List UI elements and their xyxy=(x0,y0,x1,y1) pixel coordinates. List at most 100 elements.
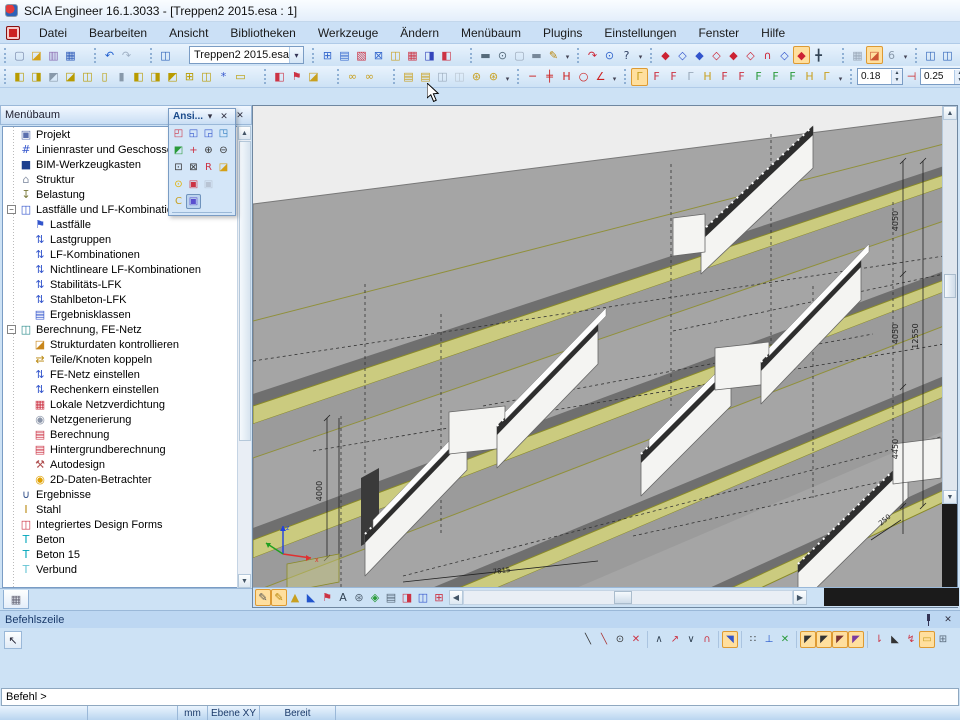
tree-expander-icon[interactable]: − xyxy=(7,325,16,334)
table-edit-icon[interactable]: ◨ xyxy=(421,46,438,64)
document-icon[interactable] xyxy=(6,26,20,40)
dimension-offset-spinner[interactable]: 0.25 ▲▼ xyxy=(920,68,960,85)
tree-scrollbar[interactable]: ▲ ▼ xyxy=(237,126,251,588)
pin-icon[interactable] xyxy=(924,614,933,626)
hot-node-6-icon[interactable]: ◇ xyxy=(742,46,759,64)
spinner-down-icon[interactable]: ▼ xyxy=(892,77,902,84)
brush-1-icon[interactable]: ◩ xyxy=(956,46,960,64)
support-1-icon[interactable]: Γ xyxy=(631,68,648,86)
palette-dropdown-icon[interactable]: ▾ xyxy=(203,110,217,124)
scroll-down-icon[interactable]: ▼ xyxy=(943,490,957,504)
support-5-icon[interactable]: Η xyxy=(699,68,716,86)
view-settings-icon[interactable]: ▣ xyxy=(186,194,201,209)
tree-item[interactable]: ◉ Netzgenerierung xyxy=(3,412,249,427)
tree-item[interactable]: ⚑ Lastfälle xyxy=(3,217,249,232)
toolbar-grip[interactable] xyxy=(4,69,8,84)
cursor-snap-icon[interactable]: ◥ xyxy=(722,631,738,648)
tree-item[interactable]: ⚒ Autodesign xyxy=(3,457,249,472)
menu-item[interactable]: Werkzeuge xyxy=(307,23,389,43)
new-project-icon[interactable]: ▢ xyxy=(11,46,28,64)
dropdown-arrow-icon[interactable]: ▾ xyxy=(562,46,573,64)
active-folder-icon[interactable]: ◪ xyxy=(866,46,883,64)
scroll-up-icon[interactable]: ▲ xyxy=(238,126,251,140)
tree-item[interactable]: ⇄ Teile/Knoten koppeln xyxy=(3,352,249,367)
toolbar-grip[interactable] xyxy=(94,48,98,63)
view-top-icon[interactable]: ◰ xyxy=(171,126,186,141)
paste-grey-icon[interactable]: ◫ xyxy=(451,68,468,86)
tree-item[interactable]: ⇅ Stahlbeton-LFK xyxy=(3,292,249,307)
snap-delete-icon[interactable]: ✕ xyxy=(628,631,644,648)
clipboard-icon[interactable]: ◫ xyxy=(387,46,404,64)
tree-item[interactable]: ◫ Integriertes Design Forms xyxy=(3,517,249,532)
support-6-icon[interactable]: F xyxy=(716,68,733,86)
panel-tool-icon[interactable]: ◩ xyxy=(164,68,181,86)
zoom-window-icon[interactable]: ⊡ xyxy=(171,160,186,175)
grid-snap-icon[interactable]: ∷ xyxy=(745,631,761,648)
zoom-document-icon[interactable]: ⊙ xyxy=(601,46,618,64)
layer-filter-icon[interactable]: 6 xyxy=(883,46,900,64)
plate-tool-icon[interactable]: ◫ xyxy=(79,68,96,86)
view-params-icon[interactable]: ◣ xyxy=(303,589,319,606)
tree-expander-icon[interactable]: − xyxy=(7,205,16,214)
zoom-selection-icon[interactable]: R xyxy=(201,160,216,175)
print-data-icon[interactable]: ▬ xyxy=(528,46,545,64)
toolbar-grip[interactable] xyxy=(150,48,154,63)
circle-tool-icon[interactable]: ○ xyxy=(575,68,592,86)
menu-item[interactable]: Ändern xyxy=(389,23,450,43)
dimension-step-spinner[interactable]: 0.18 ▲▼ xyxy=(857,68,903,85)
command-input[interactable] xyxy=(1,688,959,706)
toolbar-grip[interactable] xyxy=(393,69,397,84)
spinner-up-icon[interactable]: ▲ xyxy=(955,70,960,77)
copy-add-icon[interactable]: ◫ xyxy=(939,46,956,64)
support-2-icon[interactable]: F xyxy=(648,68,665,86)
tree-scrollbar-thumb[interactable] xyxy=(239,141,251,441)
toolbar-grip[interactable] xyxy=(4,48,8,63)
rib-tool-icon[interactable]: ◩ xyxy=(45,68,62,86)
snap-grid-last-icon[interactable]: ⊞ xyxy=(935,631,951,648)
tree-item[interactable]: ⇅ Lastgruppen xyxy=(3,232,249,247)
tree-item[interactable]: ▤ Berechnung xyxy=(3,427,249,442)
intersection-snap-icon[interactable]: ✕ xyxy=(777,631,793,648)
support-10-icon[interactable]: F xyxy=(784,68,801,86)
snap-endpoint-icon[interactable]: ∧ xyxy=(651,631,667,648)
shaded-render-icon[interactable]: ✎ xyxy=(271,589,287,606)
toolbar-grip[interactable] xyxy=(915,48,919,63)
view-front-icon[interactable]: ◱ xyxy=(186,126,201,141)
weld-dots-2-icon[interactable]: ∞ xyxy=(361,68,378,86)
beam-tool-icon[interactable]: ◨ xyxy=(28,68,45,86)
layers-icon[interactable]: ▤ xyxy=(336,46,353,64)
open-project-icon[interactable]: ◪ xyxy=(28,46,45,64)
snap-midpoints-icon[interactable]: ◤ xyxy=(816,631,832,648)
tree-item[interactable]: ⇅ Stabilitäts-LFK xyxy=(3,277,249,292)
tree-item[interactable]: ▤ Ergebnisklassen xyxy=(3,307,249,322)
viewport-hscrollbar[interactable] xyxy=(463,590,793,605)
view-axonometric-icon[interactable]: ◳ xyxy=(216,126,231,141)
angle-tool-icon[interactable]: ∠ xyxy=(592,68,609,86)
command-panel-header[interactable]: Befehlszeile ✕ xyxy=(0,611,960,628)
tree-item[interactable]: ⇅ Rechenkern einstellen xyxy=(3,382,249,397)
print-preview-icon[interactable]: ⊙ xyxy=(494,46,511,64)
toolbar-grip[interactable] xyxy=(577,48,581,63)
line-tool-icon[interactable]: ─ xyxy=(524,68,541,86)
tree-item[interactable]: ▦ Lokale Netzverdichtung xyxy=(3,397,249,412)
close-icon[interactable]: ✕ xyxy=(941,613,955,627)
toolbar-grip[interactable] xyxy=(850,69,854,84)
support-11-icon[interactable]: Η xyxy=(801,68,818,86)
viewport-vscrollbar[interactable]: ▲ ▼ xyxy=(942,106,957,504)
redo-icon[interactable]: ↷ xyxy=(118,46,135,64)
snap-orthogonal-icon[interactable]: ◤ xyxy=(848,631,864,648)
support-9-icon[interactable]: F xyxy=(767,68,784,86)
axis-triangle-icon[interactable]: ▲ xyxy=(287,589,303,606)
ucs-snap-icon[interactable]: ⊥ xyxy=(761,631,777,648)
section-grid-icon[interactable]: ⊞ xyxy=(431,589,447,606)
load-display-icon[interactable]: ⚑ xyxy=(319,589,335,606)
tree-item[interactable]: ∪ Ergebnisse xyxy=(3,487,249,502)
hot-node-1-icon[interactable]: ◆ xyxy=(657,46,674,64)
dropdown-arrow-icon[interactable]: ▾ xyxy=(635,46,646,64)
clipboard-view-icon[interactable]: C xyxy=(171,194,186,209)
support-3-icon[interactable]: F xyxy=(665,68,682,86)
save-all-icon[interactable]: ▥ xyxy=(45,46,62,64)
snap-endpoints-icon[interactable]: ◤ xyxy=(800,631,816,648)
machine-2-icon[interactable]: ⊛ xyxy=(485,68,502,86)
scroll-left-icon[interactable]: ◀ xyxy=(449,590,463,605)
